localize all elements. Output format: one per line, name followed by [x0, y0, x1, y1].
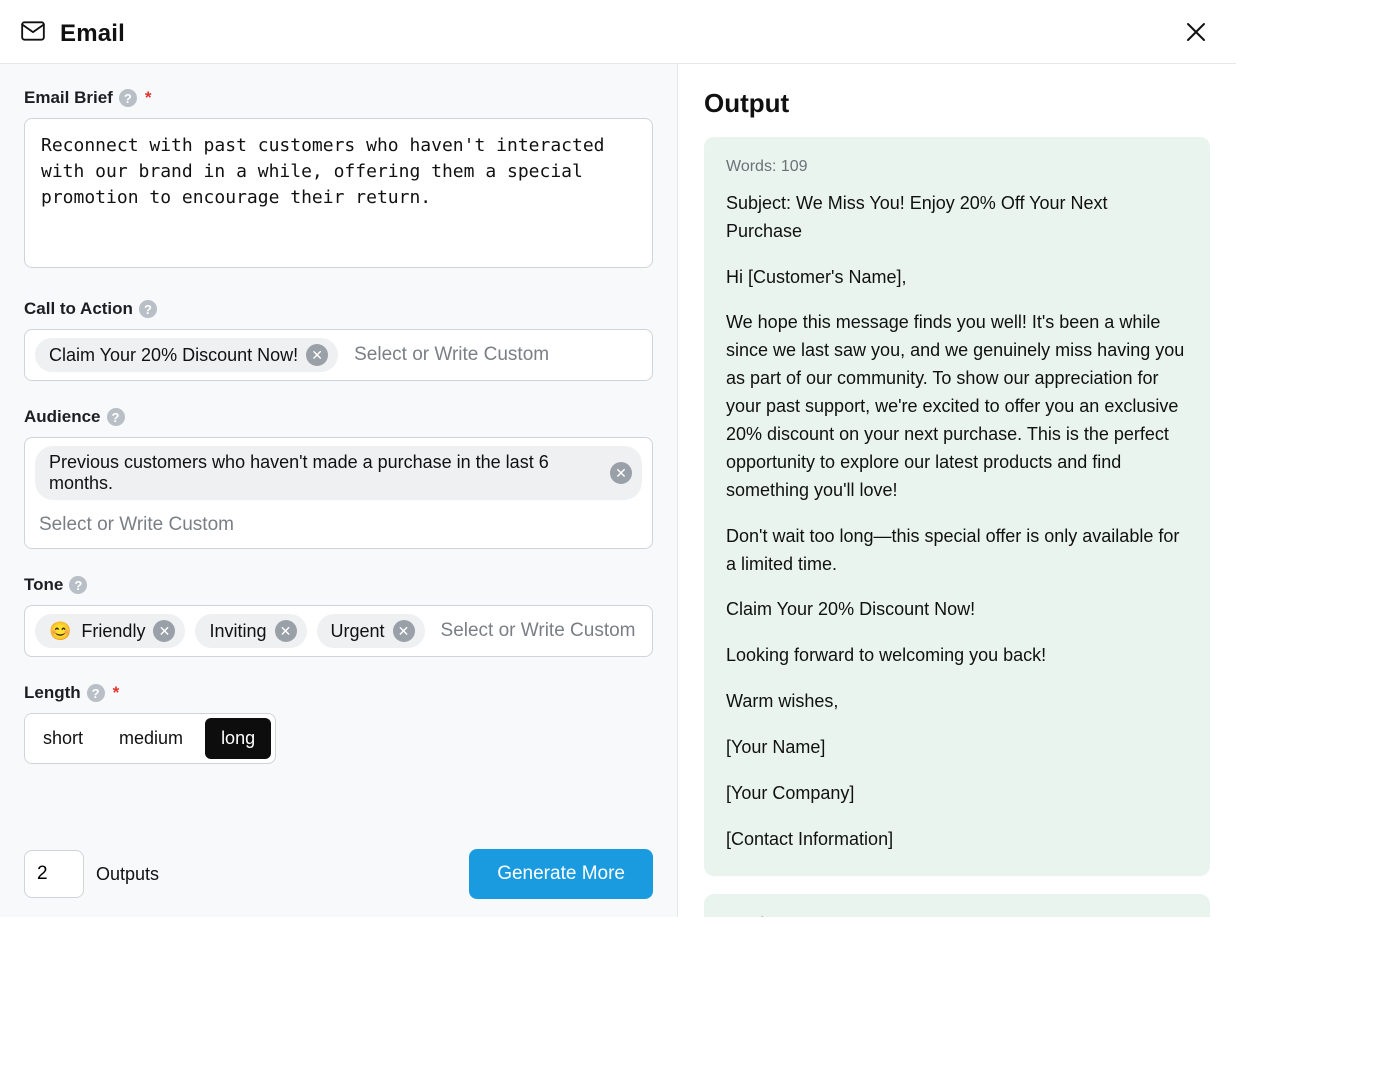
cta-tag: Claim Your 20% Discount Now! ✕ — [35, 338, 338, 372]
output-signature: [Your Name] — [726, 734, 1188, 762]
outputs-count-input[interactable] — [24, 850, 84, 898]
emoji-icon: 😊 — [49, 621, 71, 642]
generate-button[interactable]: Generate More — [469, 849, 653, 899]
titlebar: Email — [0, 0, 1236, 64]
help-icon[interactable]: ? — [69, 576, 87, 594]
output-closing: Looking forward to welcoming you back! — [726, 642, 1188, 670]
required-marker: * — [113, 683, 120, 703]
length-section: Length ? * short medium long — [24, 683, 653, 764]
output-title: Output — [704, 88, 1210, 119]
audience-tag-text: Previous customers who haven't made a pu… — [49, 452, 602, 494]
output-cta: Claim Your 20% Discount Now! — [726, 596, 1188, 624]
brief-label: Email Brief — [24, 88, 113, 108]
help-icon[interactable]: ? — [139, 300, 157, 318]
tone-label: Tone — [24, 575, 63, 595]
tone-input[interactable]: 😊 Friendly ✕ Inviting ✕ Urgent ✕ Selec — [24, 605, 653, 657]
output-subject: Subject: We Miss You! Enjoy 20% Off Your… — [726, 190, 1188, 246]
brief-section: Email Brief ? * — [24, 88, 653, 273]
page-title: Email — [60, 20, 125, 48]
mail-icon — [20, 18, 46, 49]
remove-tag-button[interactable]: ✕ — [153, 620, 175, 642]
help-icon[interactable]: ? — [107, 408, 125, 426]
x-icon: ✕ — [280, 623, 292, 640]
length-option-short[interactable]: short — [25, 714, 101, 763]
bottom-bar: Outputs Generate More — [0, 835, 677, 917]
cta-tag-text: Claim Your 20% Discount Now! — [49, 345, 298, 366]
output-signature: [Contact Information] — [726, 826, 1188, 854]
cta-input[interactable]: Claim Your 20% Discount Now! ✕ Select or… — [24, 329, 653, 381]
x-icon: ✕ — [159, 623, 171, 640]
cta-placeholder: Select or Write Custom — [348, 340, 555, 370]
audience-tag: Previous customers who haven't made a pu… — [35, 446, 642, 500]
help-icon[interactable]: ? — [119, 89, 137, 107]
audience-section: Audience ? Previous customers who haven'… — [24, 407, 653, 549]
close-icon — [1184, 32, 1208, 47]
output-signature: Warm wishes, — [726, 688, 1188, 716]
required-marker: * — [145, 88, 152, 108]
output-body: We hope this message finds you well! It'… — [726, 309, 1188, 504]
tone-placeholder: Select or Write Custom — [435, 616, 642, 646]
cta-label: Call to Action — [24, 299, 133, 319]
output-card: Words: 110 Subject: We Miss You! Enjoy 2… — [704, 894, 1210, 917]
length-option-long[interactable]: long — [205, 718, 271, 759]
tone-tag-text: Friendly — [81, 621, 145, 642]
word-count: Words: 109 — [726, 155, 1188, 180]
length-label: Length — [24, 683, 81, 703]
tone-tag: Urgent ✕ — [317, 614, 425, 648]
remove-tag-button[interactable]: ✕ — [275, 620, 297, 642]
output-card: Words: 109 Subject: We Miss You! Enjoy 2… — [704, 137, 1210, 876]
brief-textarea[interactable] — [24, 118, 653, 268]
cta-section: Call to Action ? Claim Your 20% Discount… — [24, 299, 653, 381]
tone-tag: 😊 Friendly ✕ — [35, 614, 185, 648]
tone-tag: Inviting ✕ — [195, 614, 306, 648]
audience-label: Audience — [24, 407, 101, 427]
outputs-label: Outputs — [96, 864, 159, 885]
output-body: Don't wait too long—this special offer i… — [726, 523, 1188, 579]
tone-section: Tone ? 😊 Friendly ✕ Inviting ✕ — [24, 575, 653, 657]
x-icon: ✕ — [311, 347, 323, 364]
remove-tag-button[interactable]: ✕ — [306, 344, 328, 366]
length-option-medium[interactable]: medium — [101, 714, 201, 763]
word-count: Words: 110 — [726, 912, 1188, 917]
x-icon: ✕ — [615, 465, 627, 482]
tone-tag-text: Inviting — [209, 621, 266, 642]
audience-placeholder: Select or Write Custom — [35, 510, 642, 540]
audience-input[interactable]: Previous customers who haven't made a pu… — [24, 437, 653, 549]
tone-tag-text: Urgent — [331, 621, 385, 642]
length-segmented: short medium long — [24, 713, 276, 764]
x-icon: ✕ — [398, 623, 410, 640]
output-panel: Output Words: 109 Subject: We Miss You! … — [678, 64, 1236, 917]
close-button[interactable] — [1180, 16, 1212, 51]
remove-tag-button[interactable]: ✕ — [393, 620, 415, 642]
output-greeting: Hi [Customer's Name], — [726, 264, 1188, 292]
output-signature: [Your Company] — [726, 780, 1188, 808]
help-icon[interactable]: ? — [87, 684, 105, 702]
remove-tag-button[interactable]: ✕ — [610, 462, 632, 484]
